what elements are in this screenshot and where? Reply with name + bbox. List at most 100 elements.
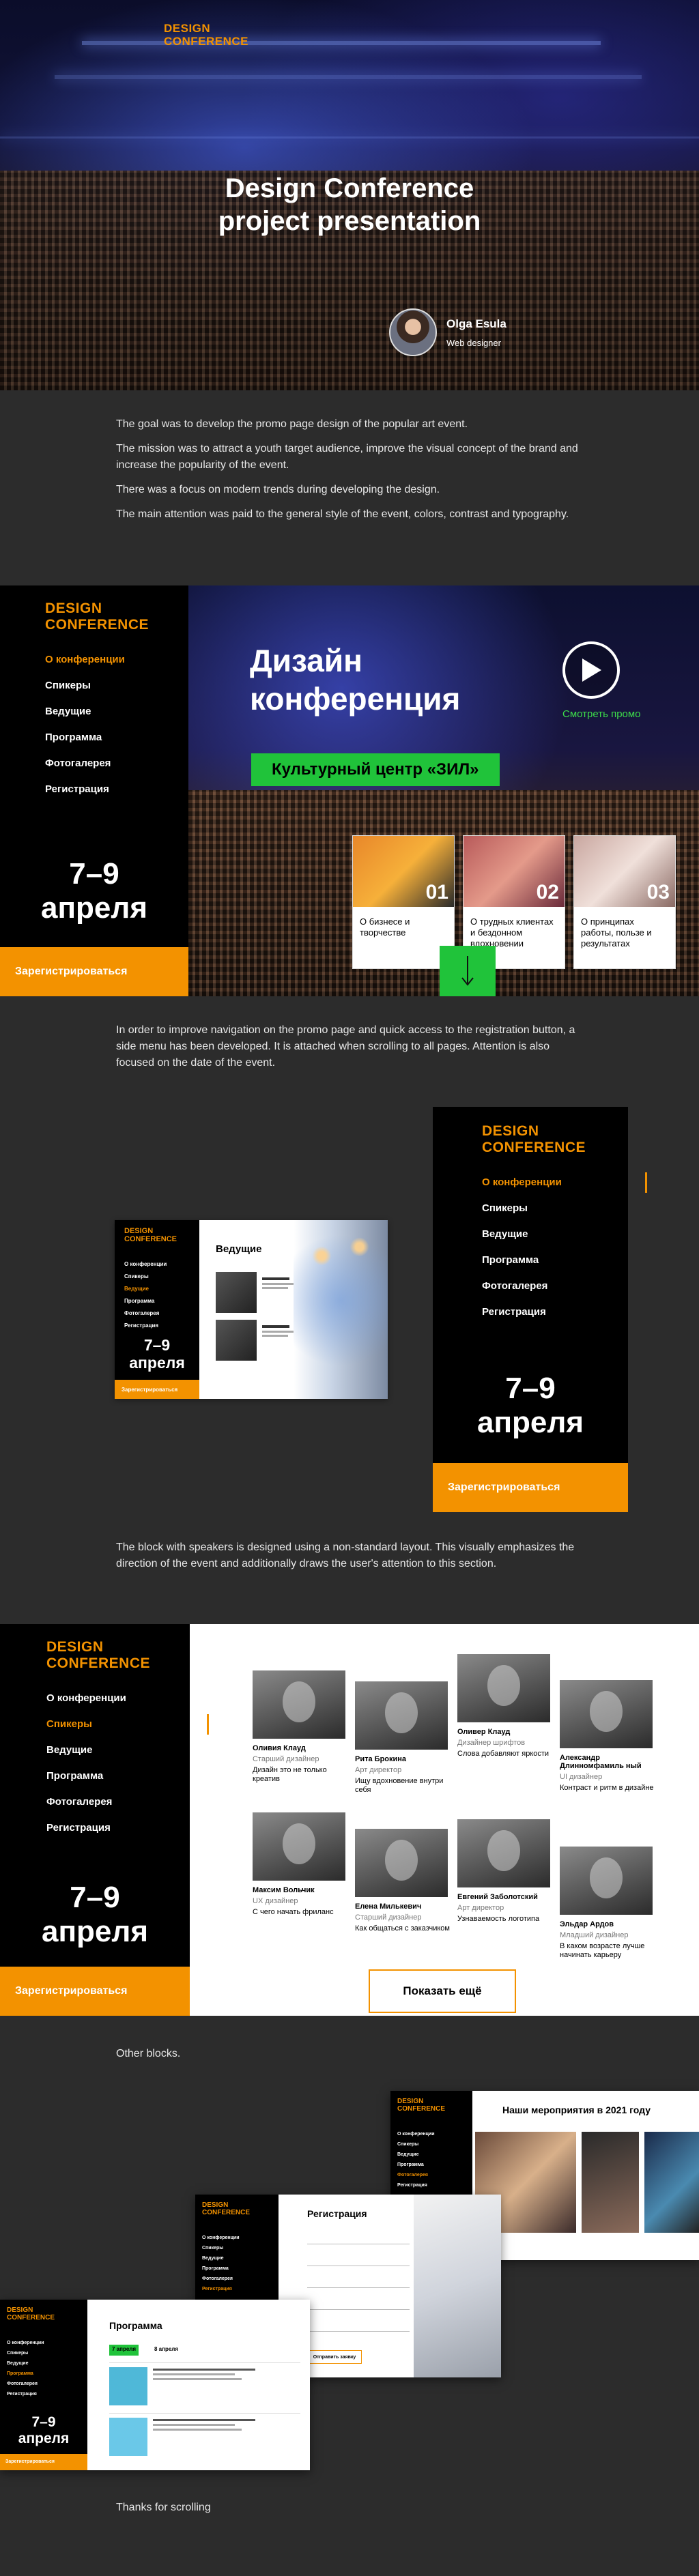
logo-line: CONFERENCE: [397, 2105, 446, 2113]
speaker-name: Евгений Заболотский: [457, 1893, 538, 1901]
intro-paragraph: There was a focus on modern trends durin…: [116, 484, 440, 495]
promo-banner: Дизайн конференция Смотреть промо Культу…: [188, 585, 699, 996]
conference-logo: DESIGN CONFERENCE: [164, 22, 248, 48]
presentation-page: DESIGN CONFERENCE Design Conference proj…: [0, 0, 699, 2576]
speaker-card[interactable]: Евгений Заболотский Арт директор Узнавае…: [457, 1819, 553, 1924]
menu-item-about[interactable]: О конференции: [45, 650, 208, 670]
register-button[interactable]: Зарегистрироваться: [433, 1463, 628, 1512]
menu-item-program[interactable]: Программа: [482, 1254, 628, 1266]
program-item[interactable]: [109, 2362, 300, 2410]
side-menu-list: О конференции Спикеры Ведущие Программа …: [482, 1172, 647, 1318]
promo-title: Дизайн конференция: [250, 641, 460, 718]
speaker-role: UI дизайнер: [560, 1773, 603, 1781]
dates-line: 7–9: [505, 1372, 556, 1405]
logo-line: CONFERENCE: [45, 617, 149, 633]
arrow-down-icon[interactable]: [440, 946, 496, 996]
stage-lights-photo: [294, 1220, 388, 1399]
menu-item-about[interactable]: О конференции: [482, 1172, 647, 1193]
author-avatar: [389, 308, 437, 356]
speaker-role: Дизайнер шрифтов: [457, 1739, 526, 1747]
topic-card[interactable]: 03 О принципах работы, пользе и результа…: [573, 835, 676, 969]
stage-light: [0, 136, 699, 139]
form-field[interactable]: [307, 2309, 410, 2310]
menu-item-gallery[interactable]: Фотогалерея: [45, 757, 188, 769]
dates-line: 7–9: [69, 857, 119, 891]
speaker-role: UX дизайнер: [253, 1897, 298, 1905]
dates-line: апреля: [129, 1354, 185, 1372]
speaker-card[interactable]: Елена Милькевич Старший дизайнер Как общ…: [355, 1829, 451, 1933]
promo-mockup: DESIGN CONFERENCE О конференции Спикеры …: [0, 585, 699, 996]
side-menu-large: DESIGN CONFERENCE О конференции Спикеры …: [433, 1107, 647, 1512]
menu-item-speakers[interactable]: Спикеры: [46, 1714, 209, 1735]
form-field[interactable]: [307, 2287, 410, 2288]
menu-item-hosts[interactable]: Ведущие: [45, 706, 188, 717]
speaker-card[interactable]: Эльдар Ардов Младший дизайнер В каком во…: [560, 1847, 655, 1960]
speaker-photo: [253, 1812, 345, 1881]
speaker-card[interactable]: Александр Длинномфамиль ный UI дизайнер …: [560, 1680, 655, 1793]
menu-item-gallery[interactable]: Фотогалерея: [482, 1280, 628, 1292]
logo-line: CONFERENCE: [164, 35, 249, 48]
menu-item-registration[interactable]: Регистрация: [46, 1822, 190, 1834]
speaker-topic: Как общаться с заказчиком: [355, 1924, 450, 1933]
register-button[interactable]: Зарегистрироваться: [0, 1967, 190, 2016]
stage-light: [82, 41, 601, 45]
topic-card-text: О принципах работы, пользе и результатах: [581, 916, 652, 949]
speaker-card[interactable]: Оливер Клауд Дизайнер шрифтов Слова доба…: [457, 1654, 553, 1759]
author-block: Olga Esula Web designer: [389, 308, 507, 356]
menu-item-hosts[interactable]: Ведущие: [482, 1228, 628, 1240]
event-dates: 7–9 апреля: [0, 857, 188, 925]
speaker-photo: [457, 1654, 550, 1722]
menu-item-speakers[interactable]: Спикеры: [482, 1202, 628, 1214]
menu-item-program: Программа: [397, 2162, 424, 2167]
menu-item-program[interactable]: Программа: [46, 1770, 190, 1782]
side-menu-list: О конференции Спикеры Ведущие Программа …: [46, 1692, 209, 1834]
event-dates: 7–9 апреля: [0, 1881, 190, 1949]
speaker-role: Младший дизайнер: [560, 1931, 629, 1939]
program-item[interactable]: [109, 2413, 300, 2461]
topic-card-text: О бизнесе и творчестве: [360, 916, 410, 938]
menu-item-program[interactable]: Программа: [45, 732, 188, 743]
menu-item-speakers: Спикеры: [7, 2351, 29, 2356]
speaker-role: Старший дизайнер: [355, 1913, 422, 1922]
event-dates: 7–9 апреля: [0, 2414, 87, 2447]
conference-logo: DESIGN CONFERENCE: [45, 600, 188, 633]
hero-title-line: project presentation: [218, 206, 481, 236]
host-photo: [216, 1320, 257, 1361]
logo-line: DESIGN: [202, 2201, 229, 2209]
menu-item-gallery: Фотогалерея: [7, 2382, 38, 2386]
speaker-card[interactable]: Оливия Клауд Старший дизайнер Дизайн это…: [253, 1670, 348, 1784]
menu-item-gallery[interactable]: Фотогалерея: [46, 1796, 190, 1808]
conference-logo: DESIGN CONFERENCE: [7, 2306, 55, 2321]
speaker-card[interactable]: Максим Вольчик UX дизайнер С чего начать…: [253, 1812, 348, 1917]
speaker-topic: Слова добавляют яркости: [457, 1750, 550, 1758]
register-button[interactable]: Зарегистрироваться: [0, 947, 188, 996]
show-more-button[interactable]: Показать ещё: [369, 1969, 516, 2013]
menu-item-about[interactable]: О конференции: [46, 1692, 190, 1704]
speaker-name: Рита Брокина: [355, 1755, 407, 1763]
program-day-tab[interactable]: 7 апреля: [109, 2345, 139, 2356]
promo-title-line: Дизайн: [250, 643, 362, 678]
menu-item-speakers[interactable]: Спикеры: [45, 680, 188, 691]
events-heading: Наши мероприятия в 2021 году: [502, 2104, 651, 2115]
menu-item-speakers: Спикеры: [124, 1273, 149, 1279]
intro-text: The goal was to develop the promo page d…: [116, 416, 587, 531]
menu-item-registration[interactable]: Регистрация: [482, 1306, 628, 1318]
speaker-card[interactable]: Рита Брокина Арт директор Ищу вдохновени…: [355, 1681, 451, 1795]
speaker-topic: С чего начать фриланс: [253, 1908, 334, 1916]
submit-application-button[interactable]: Отправить заявку: [307, 2350, 362, 2364]
menu-item-registration[interactable]: Регистрация: [45, 783, 188, 795]
menu-item-hosts: Ведущие: [7, 2361, 29, 2366]
speaker-photo: [253, 1670, 345, 1739]
menu-item-hosts[interactable]: Ведущие: [46, 1744, 190, 1756]
hosts-heading: Ведущие: [216, 1243, 262, 1255]
menu-item-about: О конференции: [124, 1261, 167, 1267]
conference-logo: DESIGN CONFERENCE: [397, 2098, 445, 2113]
stage-light: [55, 75, 642, 79]
form-field[interactable]: [307, 2331, 410, 2332]
speaker-photo: [355, 1829, 448, 1897]
play-icon[interactable]: [562, 641, 620, 699]
watch-promo-link[interactable]: Смотреть промо: [562, 708, 641, 720]
register-button: Зарегистрироваться: [115, 1380, 199, 1399]
preview-menu-list: О конференции Спикеры Ведущие Программа …: [7, 2341, 44, 2402]
program-day-tab[interactable]: 8 апреля: [152, 2345, 181, 2356]
